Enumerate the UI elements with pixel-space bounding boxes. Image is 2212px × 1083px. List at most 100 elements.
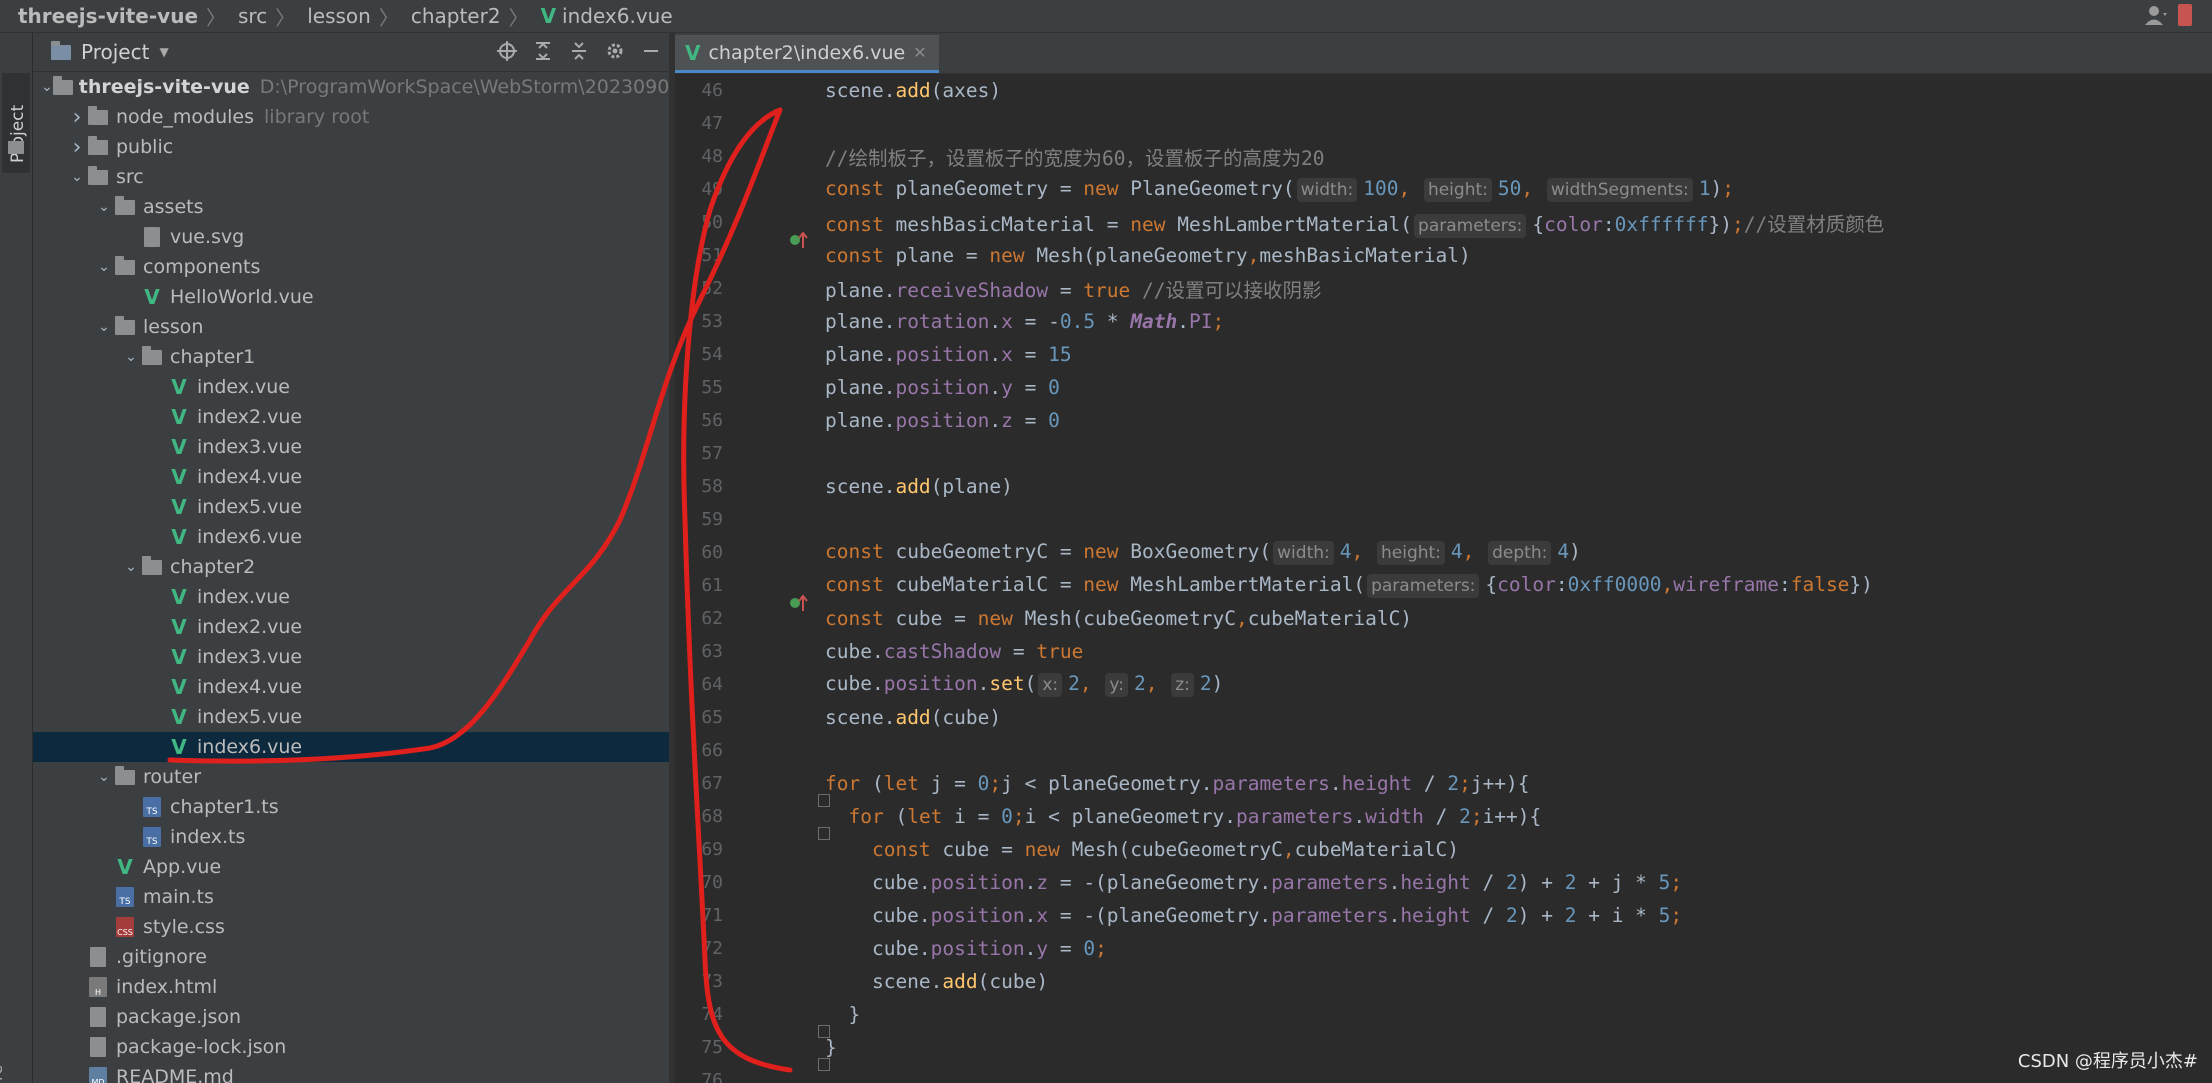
code-line[interactable]: 51 const plane = new Mesh(planeGeometry,m…	[675, 239, 2212, 272]
code-line[interactable]: 72 cube.position.y = 0;	[675, 932, 2212, 965]
code-line[interactable]: 48 //绘制板子，设置板子的宽度为60，设置板子的高度为20	[675, 140, 2212, 173]
tree-item[interactable]: › public	[33, 132, 669, 162]
parameter-hint: widthSegments:	[1546, 178, 1693, 202]
code-line[interactable]: 61 const cubeMaterialC = new MeshLambertM…	[675, 569, 2212, 611]
code-line[interactable]: 46 scene.add(axes)	[675, 74, 2212, 107]
tree-item[interactable]: TS chapter1.ts	[33, 792, 669, 822]
chevron-down-icon[interactable]: ⌄	[95, 199, 113, 215]
tree-item[interactable]: vue.svg	[33, 222, 669, 252]
breadcrumb-project[interactable]: threejs-vite-vue	[0, 4, 202, 28]
code-line[interactable]: 63 cube.castShadow = true	[675, 635, 2212, 668]
tree-item[interactable]: Hindex.html	[33, 972, 669, 1002]
tree-item[interactable]: TS main.ts	[33, 882, 669, 912]
code-line[interactable]: 55 plane.position.y = 0	[675, 371, 2212, 404]
tree-item[interactable]: Vindex4.vue	[33, 462, 669, 492]
tree-item[interactable]: MD README.md	[33, 1062, 669, 1083]
tree-item-label: index.ts	[170, 826, 246, 848]
notification-indicator[interactable]	[2178, 4, 2192, 26]
code-line[interactable]: 60 const cubeGeometryC = new BoxGeometry(…	[675, 536, 2212, 569]
tree-item[interactable]: Vindex.vue	[33, 582, 669, 612]
code-text: plane.position.x = 15	[825, 343, 1072, 366]
chevron-down-icon[interactable]: ⌄	[41, 79, 53, 95]
breadcrumb-chapter[interactable]: chapter2	[403, 4, 505, 28]
code-line[interactable]: 49 const planeGeometry = new PlaneGeometr…	[675, 173, 2212, 206]
expand-all-icon[interactable]	[531, 39, 555, 63]
chevron-down-icon[interactable]: ⌄	[95, 319, 113, 335]
code-line[interactable]: 67 for (let j = 0;j < planeGeometry.param…	[675, 767, 2212, 807]
chevron-right-icon[interactable]: ›	[68, 105, 86, 130]
tree-item[interactable]: Vindex5.vue	[33, 492, 669, 522]
tree-item[interactable]: Vindex2.vue	[33, 612, 669, 642]
code-line[interactable]: 59	[675, 503, 2212, 536]
tree-item[interactable]: ⌄ assets	[33, 192, 669, 222]
tree-item[interactable]: Vindex4.vue	[33, 672, 669, 702]
chevron-down-icon[interactable]: ⌄	[68, 169, 86, 185]
tree-item[interactable]: ⌄ src	[33, 162, 669, 192]
chevron-down-icon[interactable]: ⌄	[95, 259, 113, 275]
tree-item[interactable]: ⌄ router	[33, 762, 669, 792]
editor-tab-index6[interactable]: V chapter2\index6.vue ✕	[675, 35, 939, 73]
code-line[interactable]: 75}	[675, 1031, 2212, 1071]
vue-file-icon: V	[171, 585, 187, 609]
code-line[interactable]: 53 plane.rotation.x = -0.5 * Math.PI;	[675, 305, 2212, 338]
tree-item[interactable]: Vindex.vue	[33, 372, 669, 402]
tree-item[interactable]: CSS style.css	[33, 912, 669, 942]
tree-item[interactable]: V HelloWorld.vue	[33, 282, 669, 312]
code-line[interactable]: 64 cube.position.set(x: 2, y: 2, z: 2)	[675, 668, 2212, 701]
user-icon[interactable]	[2144, 4, 2168, 26]
code-line[interactable]: 54 plane.position.x = 15	[675, 338, 2212, 371]
code-token: //设置可以接收阴影	[1142, 279, 1322, 302]
tree-item[interactable]: V App.vue	[33, 852, 669, 882]
code-editor[interactable]: 46 scene.add(axes) 47 48//绘制板子，设置板子的宽度为60，设…	[675, 74, 2212, 1083]
chevron-down-icon[interactable]: ⌄	[95, 769, 113, 785]
tree-item[interactable]: Vindex5.vue	[33, 702, 669, 732]
code-line[interactable]: 66	[675, 734, 2212, 767]
code-line[interactable]: 50 const meshBasicMaterial = new MeshLamb…	[675, 206, 2212, 248]
gear-icon[interactable]	[603, 39, 627, 63]
code-line[interactable]: 76	[675, 1064, 2212, 1083]
tree-item[interactable]: ⌄ lesson	[33, 312, 669, 342]
tree-item[interactable]: Vindex6.vue	[33, 522, 669, 552]
code-line[interactable]: 52 plane.receiveShadow = true //设置可以接收阴影	[675, 272, 2212, 305]
hide-panel-icon[interactable]	[639, 39, 663, 63]
code-line[interactable]: 69 const cube = new Mesh(cubeGeometryC,c…	[675, 833, 2212, 866]
structure-tool-tab[interactable]: re	[0, 1065, 6, 1081]
code-line[interactable]: 56 plane.position.z = 0	[675, 404, 2212, 437]
tree-item[interactable]: › node_modules library root	[33, 102, 669, 132]
tree-item[interactable]: ⌄ chapter2	[33, 552, 669, 582]
tree-item[interactable]: ⌄ chapter1	[33, 342, 669, 372]
code-line[interactable]: 70 cube.position.z = -(planeGeometry.par…	[675, 866, 2212, 899]
line-number: 53	[701, 311, 723, 332]
tree-item[interactable]: Vindex3.vue	[33, 432, 669, 462]
tree-item[interactable]: Vindex2.vue	[33, 402, 669, 432]
code-token: (	[871, 772, 884, 795]
code-line[interactable]: 71 cube.position.x = -(planeGeometry.par…	[675, 899, 2212, 932]
tree-item[interactable]: Vindex6.vue	[33, 732, 669, 762]
code-line[interactable]: 58 scene.add(plane)	[675, 470, 2212, 503]
code-line[interactable]: 57	[675, 437, 2212, 470]
chevron-down-icon[interactable]: ⌄	[122, 349, 140, 365]
code-line[interactable]: 65 scene.add(cube)	[675, 701, 2212, 734]
project-tool-tab[interactable]: Project	[2, 73, 30, 173]
locate-icon[interactable]	[495, 39, 519, 63]
breadcrumb-src[interactable]: src	[230, 4, 271, 28]
code-line[interactable]: 73 scene.add(cube)	[675, 965, 2212, 998]
code-line[interactable]: 68 for (let i = 0;i < planeGeometry.para…	[675, 800, 2212, 840]
chevron-down-icon[interactable]: ⌄	[122, 559, 140, 575]
tree-item[interactable]: .gitignore	[33, 942, 669, 972]
breadcrumb-lesson[interactable]: lesson	[299, 4, 375, 28]
project-view-selector[interactable]: Project ▼	[33, 40, 169, 64]
tree-item[interactable]: Vindex3.vue	[33, 642, 669, 672]
chevron-right-icon[interactable]: ›	[68, 135, 86, 160]
tree-item[interactable]: ⌄ components	[33, 252, 669, 282]
tree-item[interactable]: ⌄ threejs-vite-vue D:\ProgramWorkSpace\Web…	[33, 72, 669, 102]
tree-item[interactable]: TS index.ts	[33, 822, 669, 852]
code-line[interactable]: 47	[675, 107, 2212, 140]
code-line[interactable]: 62 const cube = new Mesh(cubeGeometryC,cu…	[675, 602, 2212, 635]
tree-item[interactable]: package.json	[33, 1002, 669, 1032]
close-icon[interactable]: ✕	[913, 43, 926, 62]
code-line[interactable]: 74 }	[675, 998, 2212, 1038]
collapse-all-icon[interactable]	[567, 39, 591, 63]
tree-item[interactable]: package-lock.json	[33, 1032, 669, 1062]
breadcrumb-file[interactable]: V index6.vue	[533, 4, 677, 28]
